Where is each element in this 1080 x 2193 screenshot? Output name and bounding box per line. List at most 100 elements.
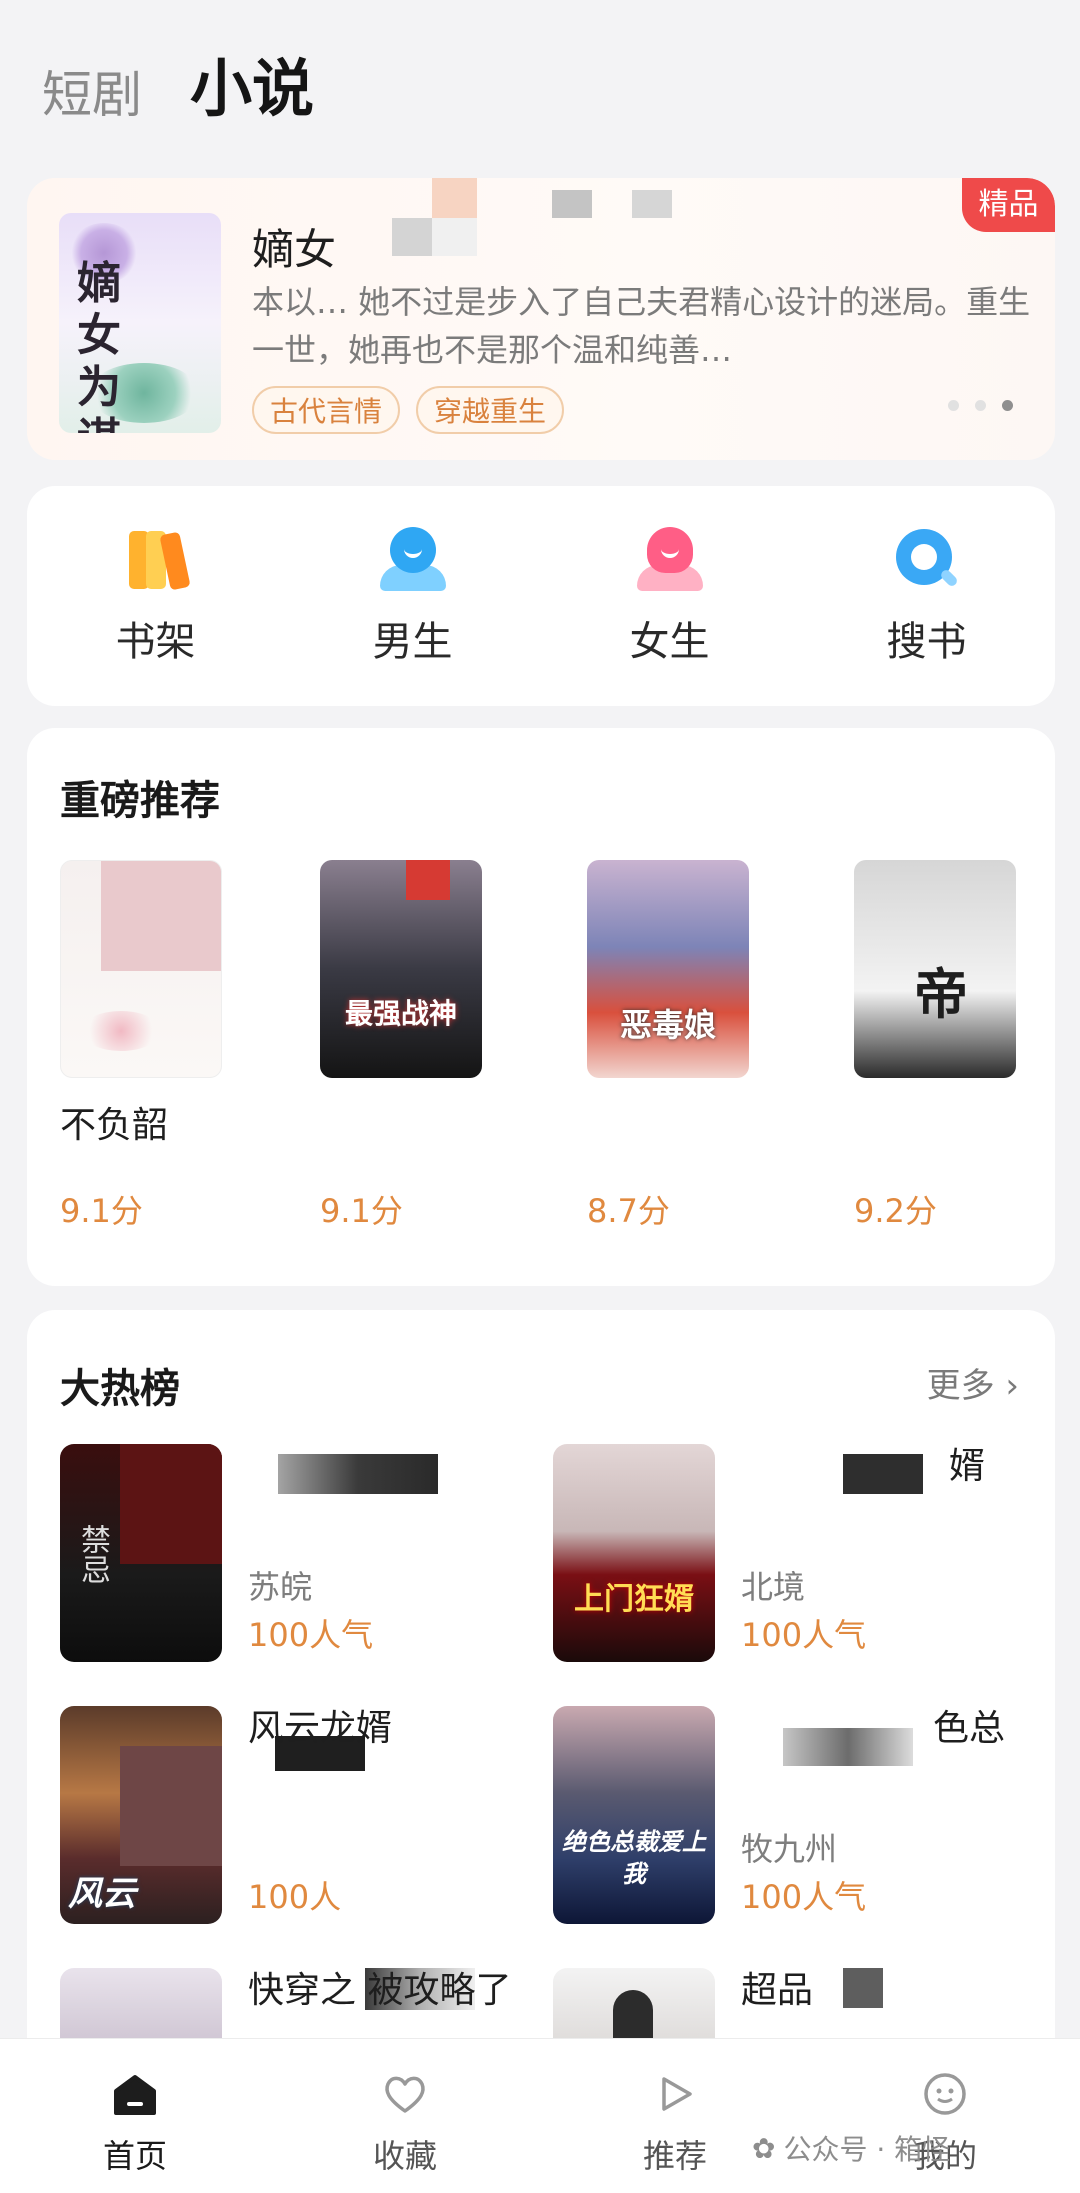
- book-title: 风云龙婿: [248, 1708, 393, 1749]
- recommend-book[interactable]: 恶毒娘 8.7分: [587, 860, 757, 1232]
- recommend-book[interactable]: 不负韶 9.1分: [60, 860, 230, 1232]
- hot-book[interactable]: 风云 风云龙婿 100人: [60, 1706, 540, 1928]
- book-score: 9.2分: [854, 1192, 937, 1230]
- play-icon: [650, 2069, 700, 2119]
- book-cover: 上门狂婿: [553, 1444, 715, 1662]
- mosaic-block: [552, 190, 592, 218]
- female-icon: [635, 525, 705, 595]
- tab-novel[interactable]: 小说: [190, 54, 314, 123]
- nav-male[interactable]: 男生: [323, 525, 503, 667]
- cover-title: 最强战神: [344, 997, 457, 1030]
- book-score: 9.1分: [320, 1192, 403, 1230]
- smiley-icon: [920, 2069, 970, 2119]
- book-name: 不负韶: [60, 1105, 169, 1146]
- book-cover: 风云: [60, 1706, 222, 1924]
- cover-title: 风云: [68, 1874, 136, 1914]
- hot-book[interactable]: 禁忌 苏皖 100人气: [60, 1444, 540, 1666]
- book-score: 9.1分: [60, 1192, 143, 1230]
- mosaic-block: [392, 218, 432, 256]
- book-author: 北境: [741, 1568, 806, 1606]
- mosaic-block: [632, 190, 672, 218]
- book-title: 婿: [949, 1446, 986, 1487]
- bookshelf-icon: [121, 525, 191, 595]
- more-link[interactable]: 更多 ›: [927, 1358, 1019, 1407]
- section-title: 大热榜: [60, 1366, 180, 1412]
- mosaic-block: [843, 1454, 923, 1494]
- nav-male-label: 男生: [372, 619, 453, 665]
- bottom-nav-label: 推荐: [642, 2137, 707, 2175]
- carousel-dot[interactable]: [948, 400, 959, 411]
- home-icon: [110, 2069, 160, 2119]
- bottom-nav-recommend[interactable]: 推荐: [585, 2069, 765, 2177]
- cover-title: 上门狂婿: [574, 1582, 694, 1617]
- hot-book[interactable]: 超品: [553, 1968, 1033, 2068]
- cover-title: 绝色总裁爱上我: [562, 1828, 706, 1888]
- mosaic-block: [432, 218, 477, 256]
- tag-time-travel[interactable]: 穿越重生: [416, 386, 565, 434]
- book-cover: [60, 860, 222, 1078]
- watermark: ✿ 公众号 · 箱怪: [752, 2128, 950, 2168]
- book-name: [854, 1096, 1024, 1146]
- premium-badge: 精品: [962, 178, 1055, 232]
- bottom-nav-label: 收藏: [372, 2137, 437, 2175]
- hot-book[interactable]: 绝色总裁爱上我 色总 牧九州 100人气: [553, 1706, 1033, 1928]
- watermark-text: 公众号 · 箱怪: [783, 2133, 951, 2166]
- featured-tags: 古代言情 穿越重生: [252, 386, 565, 434]
- mosaic-block: [278, 1454, 438, 1494]
- heart-icon: [380, 2069, 430, 2119]
- mosaic-block: [432, 178, 477, 220]
- chevron-right-icon: ›: [1005, 1366, 1019, 1406]
- book-cover: 恶毒娘: [587, 860, 749, 1078]
- book-title: 快穿之 被攻略了: [248, 1970, 512, 2011]
- search-icon: [892, 525, 962, 595]
- tab-short-drama[interactable]: 短剧: [42, 68, 142, 123]
- book-name: [587, 1096, 757, 1146]
- featured-banner[interactable]: 精品 嫡女为谋 嫡女 本以… 她不过是步入了自己夫君精心设计的迷局。重生一世，她…: [27, 178, 1055, 460]
- nav-bookshelf-label: 书架: [115, 619, 196, 665]
- nav-bookshelf[interactable]: 书架: [66, 525, 246, 667]
- hot-book[interactable]: 快穿之 被攻略了: [60, 1968, 540, 2068]
- carousel-dots: [948, 400, 1013, 411]
- cover-decoration: [81, 1011, 161, 1051]
- search-handle: [938, 568, 959, 588]
- nav-female[interactable]: 女生: [580, 525, 760, 667]
- book-popularity: 100人: [248, 1878, 342, 1916]
- bottom-nav-label: 首页: [102, 2137, 167, 2175]
- hot-list-section: 大热榜 更多 › 禁忌 苏皖 100人气 上门狂婿 婿 北境 100人气 风云 …: [27, 1310, 1055, 2070]
- book-title: 色总: [933, 1708, 1006, 1749]
- cover-title: 帝: [914, 962, 968, 1026]
- tag-ancient-romance[interactable]: 古代言情: [252, 386, 401, 434]
- book-score: 8.7分: [587, 1192, 670, 1230]
- featured-cover[interactable]: 嫡女为谋: [59, 213, 221, 433]
- bottom-nav-favorites[interactable]: 收藏: [315, 2069, 495, 2177]
- nav-search-label: 搜书: [886, 619, 967, 665]
- book-popularity: 100人气: [741, 1616, 867, 1654]
- mosaic-block: [120, 1746, 222, 1866]
- mosaic-block: [101, 861, 221, 971]
- hot-book[interactable]: 上门狂婿 婿 北境 100人气: [553, 1444, 1033, 1666]
- book-cover: 禁忌: [60, 1444, 222, 1662]
- carousel-dot[interactable]: [975, 400, 986, 411]
- bottom-nav: 首页 收藏 推荐 我的: [0, 2038, 1080, 2193]
- book-popularity: 100人气: [741, 1878, 867, 1916]
- mosaic-block: [783, 1728, 913, 1766]
- book-name: [320, 1096, 490, 1146]
- featured-description: 本以… 她不过是步入了自己夫君精心设计的迷局。重生一世，她再也不是那个温和纯善…: [252, 283, 1031, 369]
- wechat-icon: ✿: [752, 2131, 776, 2165]
- book-title: 超品: [741, 1970, 814, 2011]
- recommend-book[interactable]: 最强战神 9.1分: [320, 860, 490, 1232]
- mosaic-block: [120, 1444, 222, 1564]
- cover-title: 禁忌: [75, 1524, 110, 1584]
- section-title: 重磅推荐: [60, 778, 220, 824]
- featured-title[interactable]: 嫡女: [252, 216, 336, 277]
- book-author: 牧九州: [741, 1830, 838, 1868]
- cover-title: 恶毒娘: [619, 1006, 716, 1044]
- mosaic-block: [406, 860, 450, 900]
- bottom-nav-home[interactable]: 首页: [45, 2069, 225, 2177]
- more-label: 更多: [926, 1366, 995, 1406]
- carousel-dot-active[interactable]: [1002, 400, 1013, 411]
- male-icon: [378, 525, 448, 595]
- book-cover: 最强战神: [320, 860, 482, 1078]
- recommend-book[interactable]: 帝 9.2分: [854, 860, 1024, 1232]
- nav-search-books[interactable]: 搜书: [837, 525, 1017, 667]
